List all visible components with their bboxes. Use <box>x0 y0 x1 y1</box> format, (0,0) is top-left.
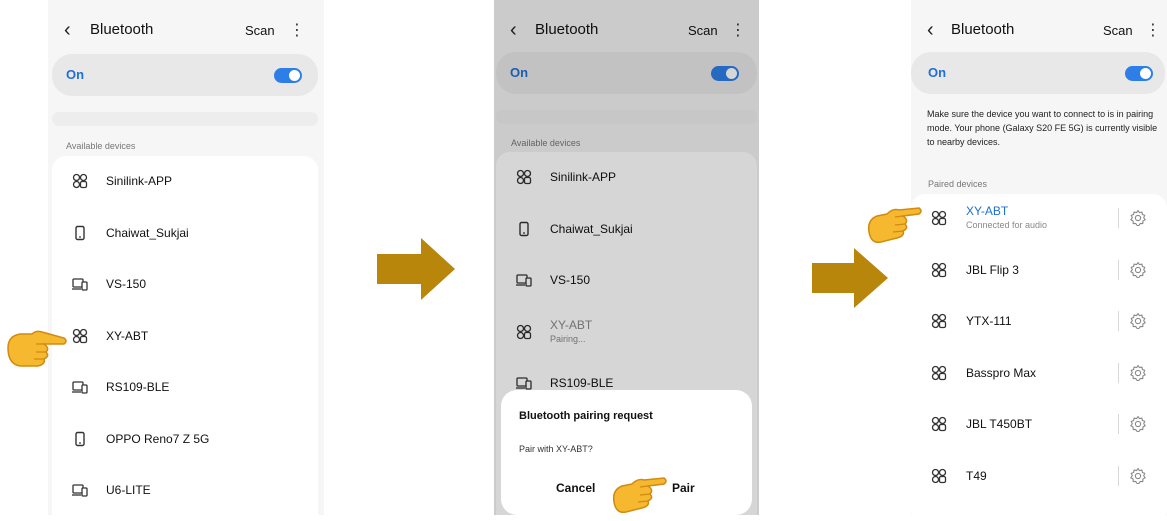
device-name: RS109-BLE <box>106 380 170 394</box>
device-row[interactable]: JBL T450BT <box>911 400 1167 448</box>
device-list: Sinilink-APP Chaiwat_Sukjai VS-150 XY-ABT RS… <box>52 156 318 515</box>
device-name: JBL T450BT <box>966 417 1033 431</box>
device-name: JBL Flip 3 <box>966 262 1019 277</box>
device-row[interactable]: VS-150 <box>52 260 318 308</box>
computer-icon <box>72 379 88 395</box>
page-title: Bluetooth <box>90 21 154 38</box>
toggle-label: On <box>928 65 947 80</box>
device-name: YTX-111 <box>966 314 1012 328</box>
page-title: Bluetooth <box>951 21 1015 38</box>
other-device-icon <box>931 262 947 278</box>
other-device-icon <box>931 365 947 381</box>
settings-gear-icon[interactable] <box>1129 312 1147 330</box>
dialog-title: Bluetooth pairing request <box>519 410 653 422</box>
phone-icon <box>72 431 88 447</box>
section-label: Available devices <box>66 141 136 151</box>
settings-gear-icon[interactable] <box>1129 415 1147 433</box>
device-row[interactable]: U6-LITE <box>52 466 318 514</box>
device-name: U6-LITE <box>106 483 151 497</box>
device-name: Basspro Max <box>966 365 1037 380</box>
cancel-button[interactable]: Cancel <box>556 481 595 495</box>
device-row[interactable]: T49 <box>911 452 1167 500</box>
computer-icon <box>72 482 88 498</box>
device-row[interactable]: OPPO Reno7 Z 5G <box>52 415 318 463</box>
divider <box>1118 311 1119 331</box>
scan-button[interactable]: Scan <box>1103 23 1133 38</box>
bluetooth-switch[interactable] <box>1125 66 1153 81</box>
other-device-icon <box>72 173 88 189</box>
device-status: Connected for audio <box>966 220 1048 230</box>
hidden-row-strip <box>52 112 318 126</box>
settings-gear-icon[interactable] <box>1129 261 1147 279</box>
settings-gear-icon[interactable] <box>1129 209 1147 227</box>
phone-icon <box>72 225 88 241</box>
screen-pairing-dialog: ‹ Bluetooth Scan ⋮ On Available devices … <box>494 0 759 515</box>
divider <box>1118 465 1119 486</box>
device-name: Chaiwat_Sukjai <box>106 225 189 240</box>
bluetooth-switch[interactable] <box>274 68 302 83</box>
device-name: XY-ABT <box>966 204 1009 218</box>
app-header: ‹ Bluetooth Scan ⋮ <box>48 0 324 56</box>
device-row[interactable]: YTX-111 <box>911 297 1167 345</box>
other-device-icon <box>931 313 947 329</box>
scan-button[interactable]: Scan <box>245 23 275 38</box>
pointing-hand-icon <box>6 326 68 375</box>
device-row[interactable]: XY-ABT <box>52 312 318 360</box>
more-options-icon[interactable]: ⋮ <box>289 20 305 40</box>
device-name: T49 <box>966 468 987 483</box>
arrow-right-icon <box>812 248 888 313</box>
device-row[interactable]: Basspro Max <box>911 349 1167 397</box>
divider <box>1118 259 1119 280</box>
more-options-icon[interactable]: ⋮ <box>1145 20 1161 40</box>
device-row[interactable]: Sinilink-APP <box>52 157 318 205</box>
screen-paired-devices: ‹ Bluetooth Scan ⋮ On Make sure the devi… <box>911 0 1167 515</box>
screen-available-devices: ‹ Bluetooth Scan ⋮ On Available devices … <box>48 0 324 515</box>
device-row[interactable]: JBL Flip 3 <box>911 246 1167 294</box>
device-row[interactable]: XY-ABT Connected for audio <box>911 194 1167 242</box>
device-row[interactable]: Chaiwat_Sukjai <box>52 209 318 257</box>
back-icon[interactable]: ‹ <box>927 20 934 40</box>
device-row[interactable]: RS109-BLE <box>52 363 318 411</box>
app-header: ‹ Bluetooth Scan ⋮ <box>911 0 1167 56</box>
device-name: Sinilink-APP <box>106 174 173 188</box>
pointing-hand-icon <box>610 472 668 521</box>
paired-device-list: XY-ABT Connected for audio JBL Flip 3 YTX-1… <box>911 194 1167 515</box>
dialog-message: Pair with XY-ABT? <box>519 444 593 454</box>
device-name: VS-150 <box>106 277 147 291</box>
bluetooth-toggle-row[interactable]: On <box>911 52 1165 94</box>
device-name: XY-ABT <box>106 328 149 343</box>
other-device-icon <box>931 468 947 484</box>
toggle-label: On <box>66 67 85 82</box>
back-icon[interactable]: ‹ <box>64 20 71 40</box>
other-device-icon <box>931 210 947 226</box>
other-device-icon <box>931 416 947 432</box>
other-device-icon <box>72 328 88 344</box>
divider <box>1118 414 1119 434</box>
visibility-note: Make sure the device you want to connect… <box>927 109 1158 147</box>
arrow-right-icon <box>377 238 455 305</box>
divider <box>1118 208 1119 228</box>
bluetooth-toggle-row[interactable]: On <box>52 54 318 96</box>
divider <box>1118 362 1119 383</box>
device-name: OPPO Reno7 Z 5G <box>106 431 210 446</box>
section-label: Paired devices <box>928 179 988 189</box>
computer-icon <box>72 276 88 292</box>
pair-button[interactable]: Pair <box>672 481 695 495</box>
settings-gear-icon[interactable] <box>1129 364 1147 382</box>
pointing-hand-icon <box>865 204 923 251</box>
settings-gear-icon[interactable] <box>1129 467 1147 485</box>
